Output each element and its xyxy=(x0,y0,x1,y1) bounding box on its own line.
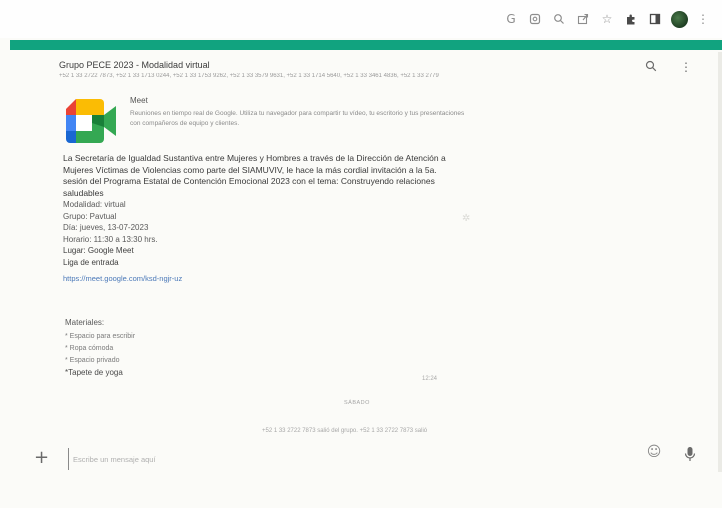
day-divider: SÁBADO xyxy=(344,400,370,406)
participants-list: +52 1 33 2722 7873, +52 1 33 1713 0244, … xyxy=(59,73,439,79)
profile-avatar[interactable] xyxy=(668,8,690,30)
browser-toolbar: G ☆ ⋮ xyxy=(0,0,722,38)
materials-title: Materiales: xyxy=(65,318,105,327)
search-icon[interactable] xyxy=(645,60,657,75)
scrollbar[interactable] xyxy=(718,52,722,472)
list-item: * Espacio privado xyxy=(65,357,120,364)
more-vert-icon[interactable]: ⋮ xyxy=(692,8,714,30)
accent-bar xyxy=(10,40,722,50)
emoji-icon[interactable]: ☺ xyxy=(645,443,663,461)
lens-icon[interactable] xyxy=(524,8,546,30)
list-item: * Espacio para escribir xyxy=(65,333,136,340)
zoom-icon[interactable] xyxy=(548,8,570,30)
google-meet-logo xyxy=(66,99,116,143)
meet-link[interactable]: https://meet.google.com/ksd-ngjr-uz xyxy=(63,273,182,285)
sidebar-icon[interactable] xyxy=(644,8,666,30)
share-icon[interactable] xyxy=(572,8,594,30)
more-options-icon[interactable]: ⋮ xyxy=(680,60,692,74)
message-line: Día: jueves, 13-07-2023 xyxy=(63,223,149,232)
bookmark-star-icon[interactable]: ☆ xyxy=(596,8,618,30)
chat-header[interactable]: Grupo PECE 2023 - Modalidad virtual +52 … xyxy=(55,54,655,84)
materials-list: Materiales: * Espacio para escribir * Ro… xyxy=(65,318,365,379)
toolbar-icons: G ☆ ⋮ xyxy=(498,8,714,30)
link-preview-title: Meet xyxy=(130,96,148,105)
message-line: Grupo: Pavtual xyxy=(63,211,117,221)
whatsapp-web-window: G ☆ ⋮ Grupo PECE 2023 - Modalidad virtua… xyxy=(0,0,722,508)
message-composer: + ☺ xyxy=(0,436,722,508)
link-preview-description: Reuniones en tiempo real de Google. Util… xyxy=(130,110,465,127)
message-timestamp: 12:24 xyxy=(422,376,438,382)
message-line: Modalidad: virtual xyxy=(63,200,126,209)
list-item: *Tapete de yoga xyxy=(65,368,123,377)
system-message: +52 1 33 2722 7873 salió del grupo. +52 … xyxy=(262,428,428,434)
message-input[interactable] xyxy=(68,448,635,470)
message-line: Liga de entrada xyxy=(63,257,119,267)
message-bubble: La Secretaría de Igualdad Sustantiva ent… xyxy=(63,153,463,286)
list-item: * Ropa cómoda xyxy=(65,345,114,352)
google-icon[interactable]: G xyxy=(500,8,522,30)
message-intro: La Secretaría de Igualdad Sustantiva ent… xyxy=(63,153,446,198)
group-title: Grupo PECE 2023 - Modalidad virtual xyxy=(59,60,210,70)
loading-icon: ✲ xyxy=(462,213,471,224)
extensions-icon[interactable] xyxy=(620,8,642,30)
message-line: Horario: 11:30 a 13:30 hrs. xyxy=(63,234,158,244)
message-line: Lugar: Google Meet xyxy=(63,246,134,255)
microphone-icon[interactable] xyxy=(684,446,696,466)
link-preview-card[interactable]: Meet Reuniones en tiempo real de Google.… xyxy=(62,95,464,143)
attach-plus-icon[interactable]: + xyxy=(34,449,49,467)
